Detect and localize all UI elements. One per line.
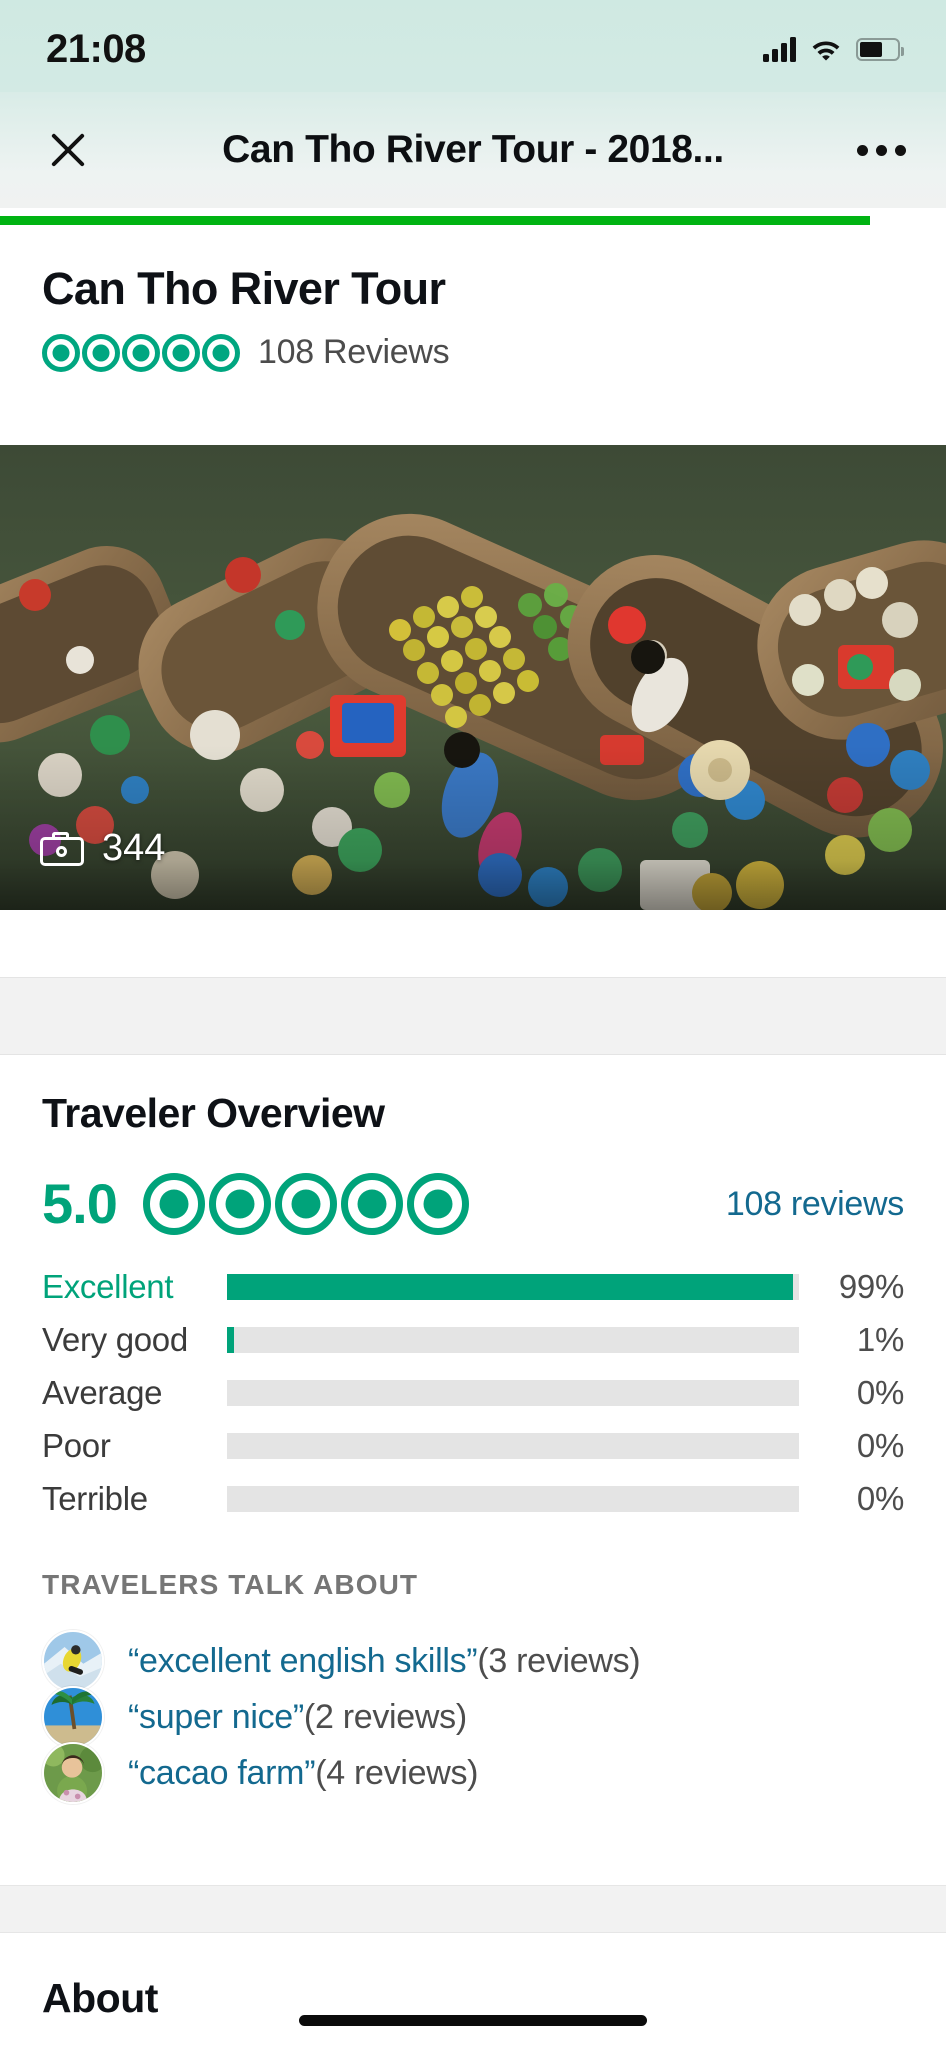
list-item[interactable]: “cacao farm”(4 reviews) [42, 1742, 904, 1804]
review-count-label[interactable]: 108 Reviews [258, 333, 450, 372]
rating-label: Average [42, 1374, 163, 1411]
hero-photo[interactable]: 344 [0, 445, 946, 910]
page-load-progress-fill [0, 216, 871, 225]
rating-bar-fill [227, 1274, 794, 1300]
reviews-link[interactable]: 108 reviews [726, 1185, 904, 1224]
rating-row[interactable]: Very good 1% [42, 1320, 904, 1360]
section-divider-band [0, 1885, 946, 1933]
bubble-icon [122, 333, 160, 372]
travelers-talk-about-heading: TRAVELERS TALK ABOUT [42, 1569, 419, 1600]
rating-bar-track [227, 1380, 799, 1406]
palm-tree-thumbnail [42, 1686, 104, 1748]
thumbnail-image [44, 1744, 102, 1802]
status-bar: 21:08 [0, 0, 946, 92]
rating-label: Poor [42, 1427, 111, 1464]
rating-distribution-chart: Excellent 99% Very good 1% Average 0% Po… [42, 1267, 904, 1519]
rating-row[interactable]: Excellent 99% [42, 1267, 904, 1307]
page-load-progress [0, 216, 946, 225]
bubble-rating-small[interactable] [42, 333, 240, 372]
keyword-count: (2 reviews) [303, 1697, 467, 1736]
keyword-count: (3 reviews) [477, 1641, 641, 1680]
bubble-icon [162, 333, 200, 372]
bubble-icon [202, 333, 240, 372]
bubble-icon [82, 333, 120, 372]
rating-bar-track [227, 1433, 799, 1459]
bubble-icon [208, 1173, 271, 1235]
camera-icon [40, 831, 84, 866]
bubble-icon [274, 1173, 337, 1235]
rating-label: Excellent [42, 1268, 174, 1305]
rating-row[interactable]: Poor 0% [42, 1426, 904, 1466]
home-indicator[interactable] [299, 2015, 647, 2026]
bubble-icon [142, 1173, 205, 1235]
rating-bar-track [227, 1327, 799, 1353]
list-item[interactable]: “excellent english skills”(3 reviews) [42, 1630, 904, 1692]
status-indicators [763, 36, 904, 62]
photo-count-badge[interactable]: 344 [40, 827, 165, 870]
bubble-icon [42, 333, 80, 372]
list-item-text: “super nice”(2 reviews) [128, 1698, 467, 1737]
rating-bar-track [227, 1486, 799, 1512]
rating-percent: 99% [838, 1268, 904, 1305]
rating-row[interactable]: Average 0% [42, 1373, 904, 1413]
list-item-text: “cacao farm”(4 reviews) [128, 1754, 478, 1793]
poi-title-block: Can Tho River Tour 108 Reviews [0, 225, 946, 372]
thumbnail-image [44, 1688, 102, 1746]
poi-rating-row: 108 Reviews [42, 333, 904, 372]
keyword-count: (4 reviews) [315, 1753, 479, 1792]
cellular-signal-icon [763, 36, 796, 62]
bubble-icon [340, 1173, 403, 1235]
rating-percent: 0% [856, 1427, 904, 1464]
rating-bar-fill [227, 1327, 235, 1353]
rating-label: Terrible [42, 1480, 148, 1517]
battery-icon [856, 37, 904, 61]
page-title: Can Tho River Tour - 2018... [222, 128, 724, 171]
status-time: 21:08 [46, 26, 146, 71]
keyword-link[interactable]: “super nice” [128, 1698, 304, 1736]
travelers-talk-about-section: TRAVELERS TALK ABOUT “excellent english … [42, 1569, 904, 1804]
overall-score-row: 5.0 108 reviews [42, 1173, 904, 1235]
woman-garden-thumbnail [42, 1742, 104, 1804]
bubble-icon [406, 1173, 469, 1235]
traveler-overview-section: Traveler Overview 5.0 108 reviews Excell… [0, 1090, 946, 1804]
rating-bar-track [227, 1274, 799, 1300]
rating-percent: 1% [856, 1321, 904, 1358]
app-screen: 21:08 Can Tho River Tour - 2018... Can T… [0, 0, 946, 2048]
more-options-icon[interactable] [850, 144, 906, 156]
close-icon[interactable] [40, 122, 96, 178]
keyword-link[interactable]: “cacao farm” [128, 1754, 316, 1792]
travelers-talk-about-list: “excellent english skills”(3 reviews) “s… [42, 1630, 904, 1804]
list-item-text: “excellent english skills”(3 reviews) [128, 1641, 641, 1681]
overall-score: 5.0 [42, 1172, 118, 1235]
poi-name: Can Tho River Tour [42, 263, 446, 314]
section-divider-band [0, 977, 946, 1055]
rating-label: Very good [42, 1321, 188, 1358]
thumbnail-image [44, 1632, 102, 1690]
keyword-link[interactable]: “excellent english skills” [128, 1642, 478, 1680]
bubble-rating-large [142, 1173, 469, 1235]
photo-count-label: 344 [102, 827, 166, 869]
navigation-bar: Can Tho River Tour - 2018... [0, 92, 946, 208]
section-title-traveler-overview: Traveler Overview [42, 1090, 385, 1136]
rating-percent: 0% [856, 1480, 904, 1517]
list-item[interactable]: “super nice”(2 reviews) [42, 1686, 904, 1748]
skier-thumbnail [42, 1630, 104, 1692]
rating-percent: 0% [856, 1374, 904, 1411]
rating-row[interactable]: Terrible 0% [42, 1479, 904, 1519]
wifi-icon [812, 41, 840, 61]
